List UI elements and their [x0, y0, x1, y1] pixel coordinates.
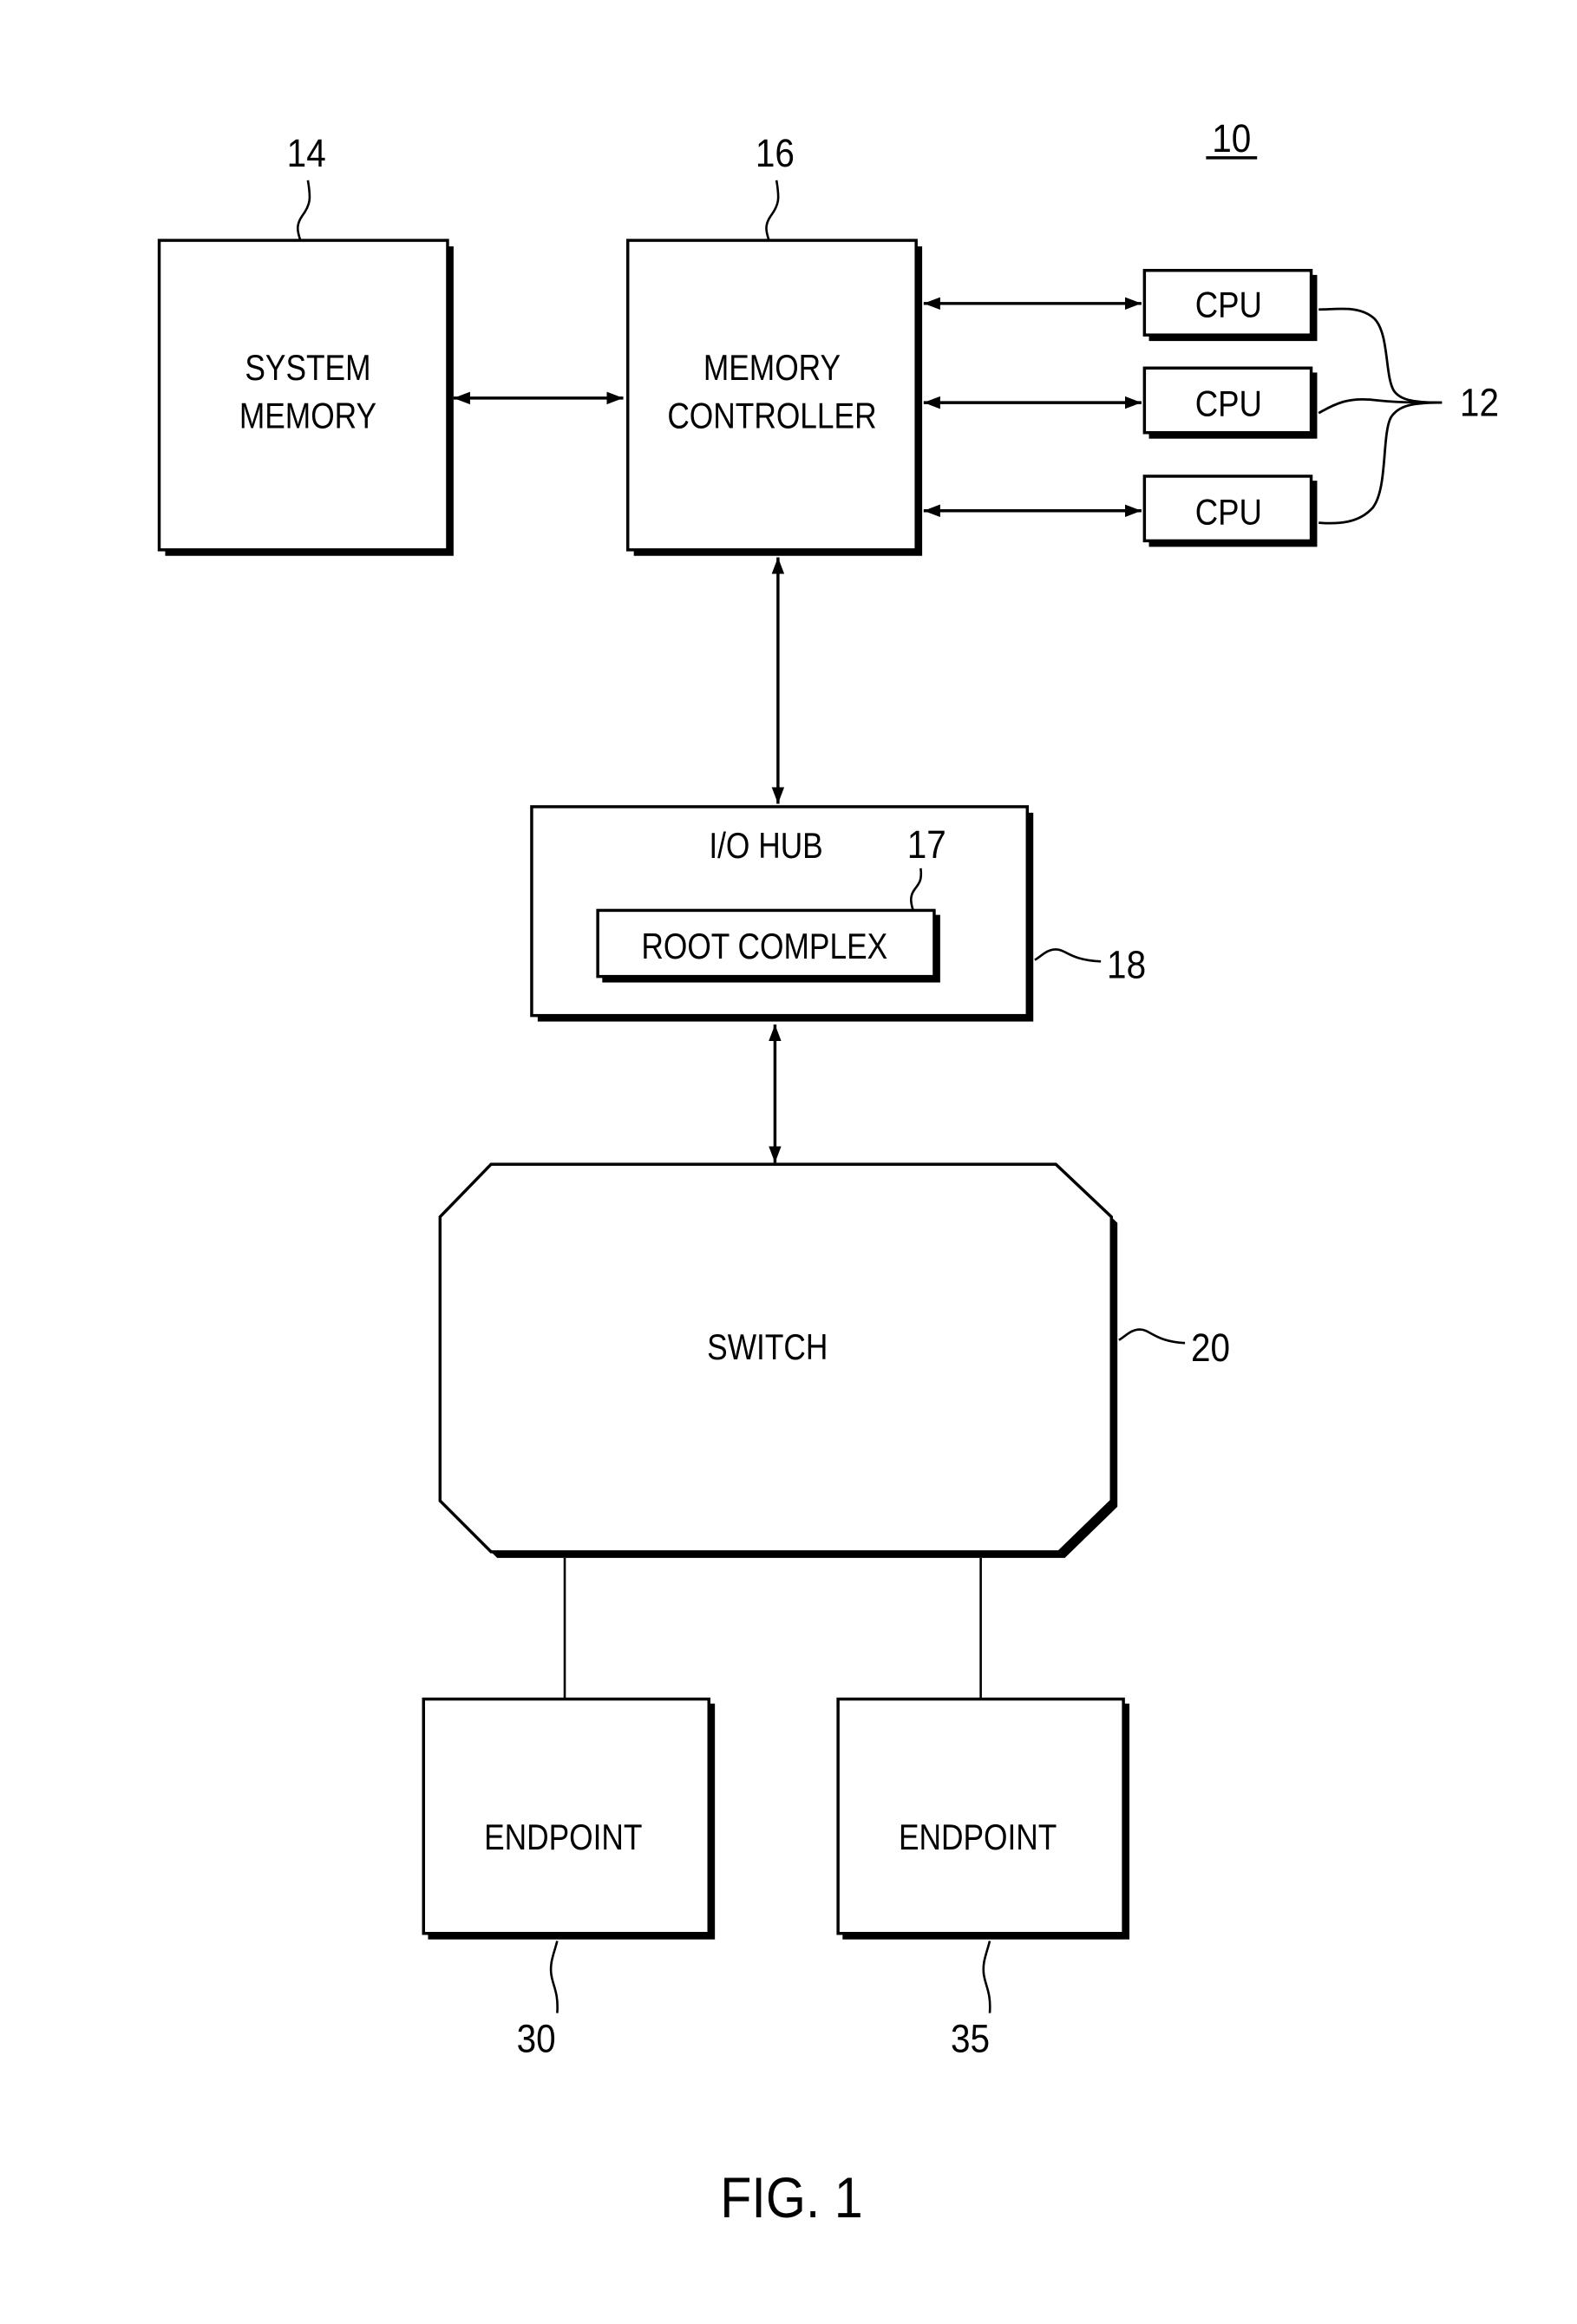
system-ref-label: 10: [1212, 117, 1251, 160]
system-memory-block: SYSTEM MEMORY: [157, 239, 454, 556]
root-complex-ref: 17: [907, 823, 946, 867]
memory-controller-box: [626, 239, 918, 552]
root-complex-block: ROOT COMPLEX: [596, 908, 940, 983]
switch-block: SWITCH: [438, 1162, 1118, 1558]
system-memory-ref: 14: [287, 132, 326, 175]
figure-title: FIG. 1: [720, 2166, 862, 2230]
io-hub-ref: 18: [1107, 943, 1146, 986]
cpu-1-label: CPU: [1195, 285, 1262, 325]
system-memory-label-line1: SYSTEM: [245, 348, 370, 388]
memory-controller-block: MEMORY CONTROLLER: [626, 239, 923, 556]
system-memory-leader: [296, 180, 311, 241]
system-memory-box: [157, 239, 449, 552]
endpoint-b-block: ENDPOINT: [836, 1697, 1130, 1940]
switch-leader: [1118, 1328, 1186, 1345]
endpoint-a-box: [422, 1697, 710, 1935]
io-hub-leader: [1034, 948, 1102, 963]
endpoint-a-label: ENDPOINT: [484, 1817, 642, 1857]
block-diagram: 10 SYSTEM MEMORY 14 MEMORY CONTROLLER 16…: [157, 117, 1499, 2230]
system-memory-label-line2: MEMORY: [239, 396, 376, 436]
io-hub-block: I/O HUB ROOT COMPLEX 17: [530, 805, 1034, 1022]
memory-controller-leader: [765, 180, 780, 241]
cpu-1: CPU: [1142, 268, 1318, 342]
endpoint-a-block: ENDPOINT: [422, 1697, 716, 1940]
endpoint-a-ref: 30: [517, 2018, 556, 2061]
endpoint-b-leader: [982, 1941, 991, 2013]
cpu-group-brace: [1318, 307, 1443, 525]
memory-controller-label-line2: CONTROLLER: [667, 396, 876, 436]
memory-controller-label-line1: MEMORY: [703, 348, 841, 388]
endpoint-b-box: [836, 1697, 1125, 1935]
endpoint-b-ref: 35: [951, 2018, 990, 2061]
cpu-2-label: CPU: [1195, 385, 1262, 425]
cpu-2: CPU: [1142, 366, 1318, 439]
memory-controller-ref: 16: [756, 132, 795, 175]
io-hub-label: I/O HUB: [709, 826, 822, 866]
endpoint-b-label: ENDPOINT: [899, 1817, 1057, 1857]
root-complex-label: ROOT COMPLEX: [641, 926, 887, 966]
switch-ref: 20: [1191, 1326, 1230, 1370]
switch-label: SWITCH: [707, 1328, 828, 1368]
cpu-3: CPU: [1142, 475, 1318, 547]
cpu-group-ref: 12: [1460, 382, 1499, 425]
endpoint-a-leader: [549, 1941, 559, 2013]
cpu-3-label: CPU: [1195, 493, 1262, 533]
